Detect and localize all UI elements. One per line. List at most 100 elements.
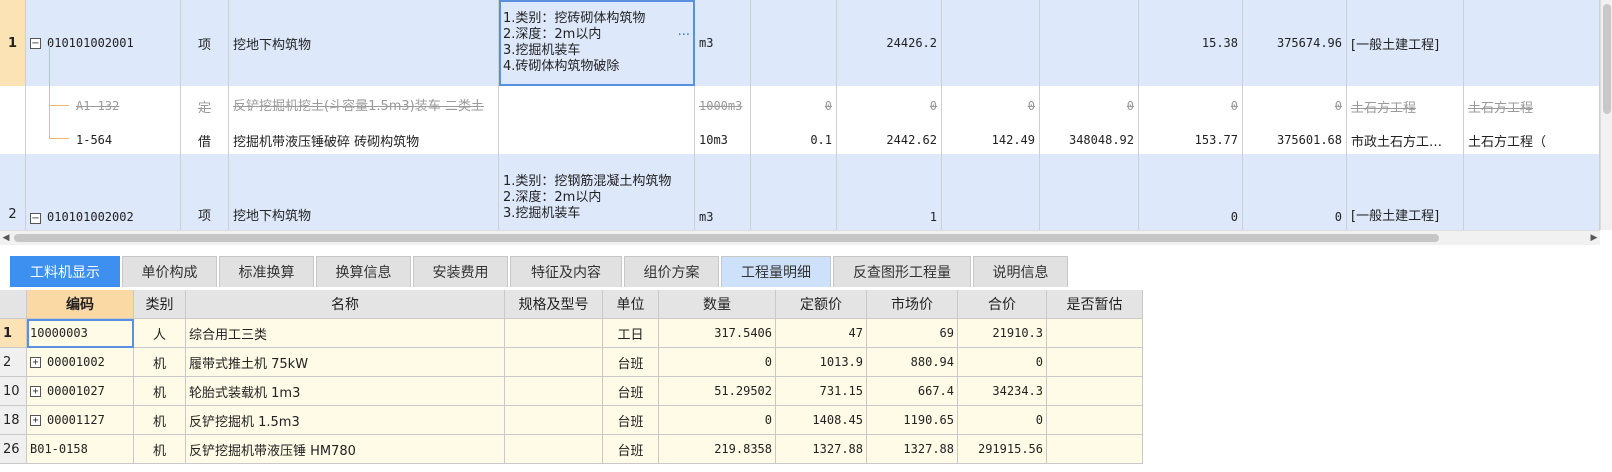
provisional-cell[interactable] — [1047, 435, 1143, 464]
item-type: 项 — [181, 154, 229, 230]
code-cell[interactable]: B01-0158 — [27, 435, 134, 464]
more-options-button[interactable]: ··· — [678, 28, 690, 44]
collapse-icon[interactable]: − — [30, 37, 41, 49]
detail-tabs: 工料机显示 单价构成 标准换算 换算信息 安装费用 特征及内容 组价方案 工程量… — [0, 252, 1612, 290]
bill-items-grid: 1 − 010101002001 项 挖地下构筑物 1.类别：挖砖砌体构筑物 2… — [0, 0, 1612, 230]
item-name: 反铲挖掘机挖土(斗容量1.5m3)装车 二类土 — [233, 98, 484, 114]
tab-labor-material-machine[interactable]: 工料机显示 — [10, 256, 120, 287]
table-row[interactable]: 1 10000003 人 综合用工三类 工日 317.5406 47 69 21… — [0, 319, 1175, 348]
item-unit: 1000m3 — [699, 99, 743, 113]
code-cell[interactable]: 10000003 — [27, 319, 134, 348]
collapse-icon[interactable]: − — [30, 213, 41, 224]
item-features-cell[interactable]: 1.类别：挖钢筋混凝土构筑物 2.深度：2m以内 3.挖掘机装车 — [499, 154, 695, 230]
row-number: 2 — [0, 348, 27, 377]
col-header-code[interactable]: 编码 — [27, 290, 134, 319]
expand-icon[interactable]: + — [30, 414, 41, 426]
spec-cell — [505, 319, 603, 348]
tab-pricing-scheme[interactable]: 组价方案 — [624, 256, 719, 287]
feature-line: 1.类别：挖钢筋混凝土构筑物 — [503, 174, 672, 189]
col-header-quota-price[interactable]: 定额价 — [776, 290, 867, 319]
scroll-right-icon[interactable]: ▶ — [1588, 231, 1600, 245]
col-header-total[interactable]: 合价 — [958, 290, 1047, 319]
qty-cell[interactable]: 0 — [659, 406, 776, 435]
item-col1: 142.49 — [942, 126, 1040, 154]
quota-price-cell: 47 — [776, 319, 867, 348]
col-header-name[interactable]: 名称 — [186, 290, 505, 319]
name-cell: 履带式推土机 75kW — [186, 348, 505, 377]
item-qty — [751, 154, 837, 230]
tab-description[interactable]: 说明信息 — [973, 256, 1068, 287]
qty-cell[interactable]: 219.8358 — [659, 435, 776, 464]
provisional-cell[interactable] — [1047, 377, 1143, 406]
table-row[interactable]: A1-132 定 反铲挖掘机挖土(斗容量1.5m3)装车 二类土 1000m3 … — [0, 86, 1600, 127]
total-cell: 291915.56 — [958, 435, 1047, 464]
table-row[interactable]: 26 B01-0158 机 反铲挖掘机带液压锤 HM780 台班 219.835… — [0, 435, 1175, 464]
col-header-type[interactable]: 类别 — [134, 290, 186, 319]
provisional-cell[interactable] — [1047, 406, 1143, 435]
table-row[interactable]: 10 + 00001027 机 轮胎式装载机 1m3 台班 51.29502 7… — [0, 377, 1175, 406]
spec-cell — [505, 435, 603, 464]
tab-graphic-quantity-lookup[interactable]: 反查图形工程量 — [833, 256, 971, 287]
col-header-market-price[interactable]: 市场价 — [867, 290, 958, 319]
tab-unit-price-composition[interactable]: 单价构成 — [122, 256, 217, 287]
item-type: 项 — [181, 0, 229, 86]
table-row[interactable]: 1-564 借 挖掘机带液压锤破碎 砖砌构筑物 10m3 0.1 2442.62… — [0, 126, 1600, 155]
item-category2: 土石方工程 — [1468, 100, 1534, 116]
item-col2 — [1040, 154, 1139, 230]
feature-line: 3.挖掘机装车 — [503, 206, 581, 221]
tab-features-content[interactable]: 特征及内容 — [510, 256, 622, 287]
vertical-scrollbar[interactable] — [1600, 0, 1612, 230]
expand-icon[interactable]: + — [30, 356, 41, 368]
item-features-cell[interactable]: 1.类别：挖砖砌体构筑物 2.深度：2m以内 3.挖掘机装车 4.砖砌体构筑物破… — [499, 0, 695, 86]
table-row[interactable]: 2 − 010101002002 项 挖地下构筑物 1.类别：挖钢筋混凝土构筑物… — [0, 154, 1600, 230]
item-unit-price: 153.77 — [1139, 126, 1243, 154]
expand-icon[interactable]: + — [30, 385, 41, 397]
row-number: 18 — [0, 406, 27, 435]
tab-quantity-detail[interactable]: 工程量明细 — [721, 256, 831, 287]
tab-installation-cost[interactable]: 安装费用 — [413, 256, 508, 287]
item-code: 010101002001 — [47, 36, 134, 50]
market-price-cell[interactable]: 667.4 — [867, 377, 958, 406]
table-row[interactable]: 18 + 00001127 机 反铲挖掘机 1.5m3 台班 0 1408.45… — [0, 406, 1175, 435]
table-row[interactable]: 1 − 010101002001 项 挖地下构筑物 1.类别：挖砖砌体构筑物 2… — [0, 0, 1600, 87]
horizontal-scrollbar-thumb[interactable] — [14, 234, 1439, 242]
code-cell[interactable]: + 00001027 — [27, 377, 134, 406]
code-cell[interactable]: + 00001002 — [27, 348, 134, 377]
col-header-spec[interactable]: 规格及型号 — [505, 290, 603, 319]
col-header-provisional[interactable]: 是否暂估 — [1047, 290, 1143, 319]
vertical-scrollbar-thumb[interactable] — [1603, 4, 1611, 114]
tab-conversion-info[interactable]: 换算信息 — [316, 256, 411, 287]
market-price-cell[interactable]: 1327.88 — [867, 435, 958, 464]
item-amount: 2442.62 — [837, 126, 942, 154]
spec-cell — [505, 377, 603, 406]
horizontal-scrollbar[interactable]: ◀ ▶ — [0, 230, 1600, 245]
scroll-left-icon[interactable]: ◀ — [0, 231, 12, 245]
provisional-cell[interactable] — [1047, 319, 1143, 348]
provisional-cell[interactable] — [1047, 348, 1143, 377]
tab-standard-conversion[interactable]: 标准换算 — [219, 256, 314, 287]
item-category: [一般土建工程] — [1347, 154, 1464, 230]
qty-cell[interactable]: 0 — [659, 348, 776, 377]
type-cell: 机 — [134, 377, 186, 406]
spec-cell — [505, 406, 603, 435]
col-header-qty[interactable]: 数量 — [659, 290, 776, 319]
name-cell: 反铲挖掘机 1.5m3 — [186, 406, 505, 435]
feature-line: 1.类别：挖砖砌体构筑物 — [503, 11, 646, 26]
qty-cell[interactable]: 51.29502 — [659, 377, 776, 406]
unit-cell: 台班 — [603, 377, 659, 406]
feature-line: 2.深度：2m以内 — [503, 27, 602, 42]
total-cell: 0 — [958, 348, 1047, 377]
col-header-unit[interactable]: 单位 — [603, 290, 659, 319]
table-row[interactable]: 2 + 00001002 机 履带式推土机 75kW 台班 0 1013.9 8… — [0, 348, 1175, 377]
market-price-cell[interactable]: 1190.65 — [867, 406, 958, 435]
market-price-cell[interactable]: 69 — [867, 319, 958, 348]
qty-cell[interactable]: 317.5406 — [659, 319, 776, 348]
market-price-cell[interactable]: 880.94 — [867, 348, 958, 377]
item-category2 — [1464, 154, 1600, 230]
code-cell[interactable]: + 00001127 — [27, 406, 134, 435]
item-unit: 10m3 — [695, 126, 751, 154]
item-category: 市政土石方工… — [1347, 126, 1464, 154]
item-amount: 24426.2 — [837, 0, 942, 86]
quota-price-cell: 1408.45 — [776, 406, 867, 435]
row-number: 1 — [0, 319, 27, 348]
